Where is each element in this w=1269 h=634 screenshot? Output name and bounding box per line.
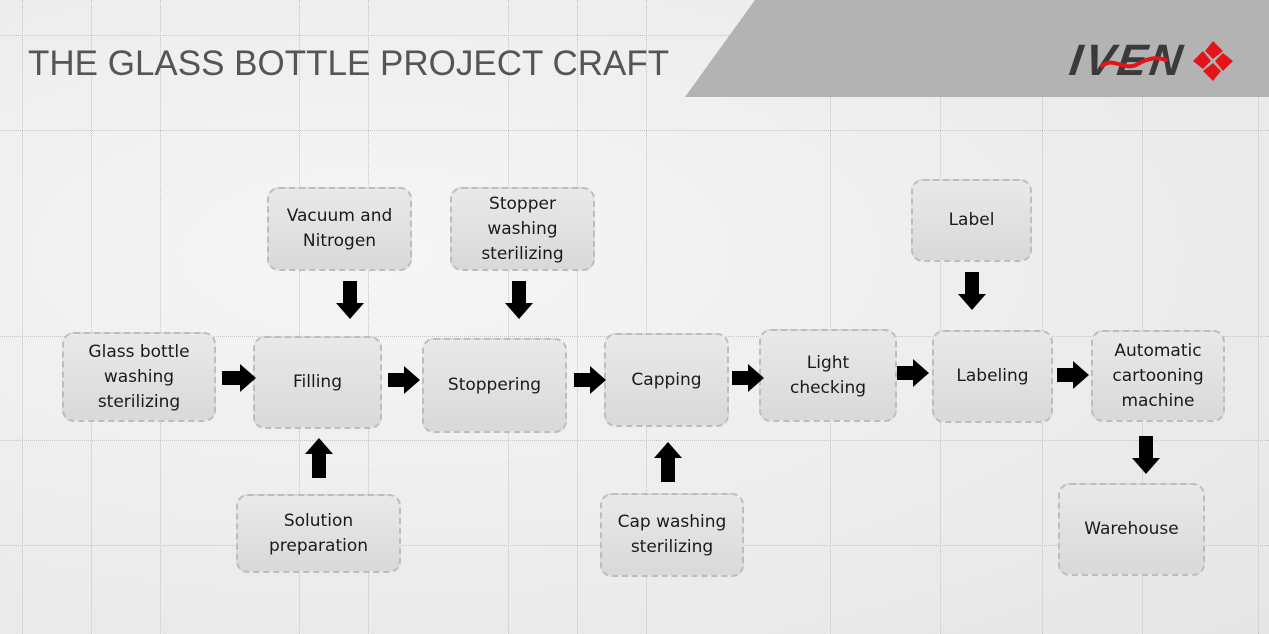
arrow-right-icon xyxy=(1057,361,1089,389)
input-solution-preparation: Solution preparation xyxy=(236,494,401,573)
page-title: THE GLASS BOTTLE PROJECT CRAFT xyxy=(28,44,670,83)
arrow-down-icon xyxy=(505,281,533,319)
arrow-up-icon xyxy=(654,442,682,482)
arrow-up-icon xyxy=(305,438,333,478)
iven-logo: IVEN xyxy=(1067,36,1235,85)
output-warehouse: Warehouse xyxy=(1058,483,1205,576)
input-stopper-washing: Stopper washing sterilizing xyxy=(450,187,595,271)
step-stoppering: Stoppering xyxy=(422,338,567,433)
input-cap-washing: Cap washing sterilizing xyxy=(600,493,744,577)
step-labeling: Labeling xyxy=(932,330,1053,423)
input-label: Label xyxy=(911,179,1032,262)
arrow-down-icon xyxy=(958,272,986,310)
step-capping: Capping xyxy=(604,333,729,427)
logo-swoosh-icon xyxy=(1100,56,1168,69)
step-filling: Filling xyxy=(253,336,382,429)
step-glass-bottle-washing: Glass bottle washing sterilizing xyxy=(62,332,216,422)
step-light-checking: Light checking xyxy=(759,329,897,422)
arrow-right-icon xyxy=(222,364,256,392)
arrow-right-icon xyxy=(388,366,420,394)
red-diamond-petals-icon xyxy=(1193,41,1233,81)
step-automatic-cartooning: Automatic cartooning machine xyxy=(1091,330,1225,422)
input-vacuum-nitrogen: Vacuum and Nitrogen xyxy=(267,187,412,271)
arrow-down-icon xyxy=(336,281,364,319)
arrow-right-icon xyxy=(732,364,764,392)
arrow-down-icon xyxy=(1132,436,1160,474)
arrow-right-icon xyxy=(574,366,606,394)
arrow-right-icon xyxy=(897,359,929,387)
